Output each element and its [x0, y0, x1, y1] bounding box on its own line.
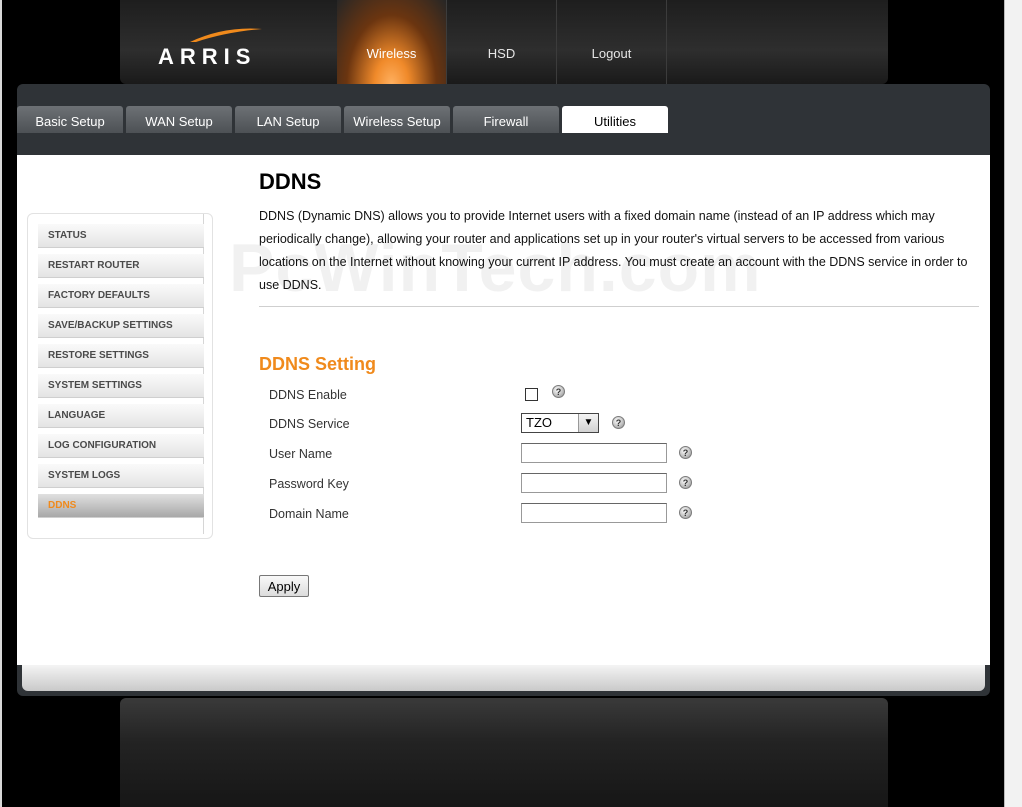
sidebar-item-log-configuration[interactable]: LOG CONFIGURATION — [38, 434, 204, 458]
password-key-input[interactable] — [521, 473, 667, 493]
content-area: STATUS RESTART ROUTER FACTORY DEFAULTS S… — [17, 155, 990, 665]
arris-swoosh-icon — [190, 28, 262, 42]
ddns-service-value: TZO — [526, 415, 552, 430]
sidebar-item-language[interactable]: LANGUAGE — [38, 404, 204, 428]
top-header: ARRIS Wireless HSD Logout — [120, 0, 888, 84]
sidebar-item-status[interactable]: STATUS — [38, 224, 204, 248]
logo-wordmark: ARRIS — [158, 44, 257, 69]
browser-scrollbar[interactable] — [1004, 0, 1022, 807]
user-name-label: User Name — [269, 447, 333, 461]
password-key-label: Password Key — [269, 477, 349, 491]
bottom-decoration — [120, 698, 888, 807]
sidebar-menu: STATUS RESTART ROUTER FACTORY DEFAULTS S… — [27, 213, 213, 539]
domain-name-input[interactable] — [521, 503, 667, 523]
chevron-down-icon[interactable]: ▼ — [578, 414, 598, 432]
ddns-service-label: DDNS Service — [269, 417, 350, 431]
sidebar-item-ddns[interactable]: DDNS — [38, 494, 204, 518]
top-nav: Wireless HSD Logout — [337, 0, 667, 84]
tab-firewall[interactable]: Firewall — [453, 106, 559, 133]
domain-name-label: Domain Name — [269, 507, 349, 521]
ddns-enable-label: DDNS Enable — [269, 388, 347, 402]
page-title: DDNS — [259, 169, 322, 194]
section-divider — [259, 306, 979, 307]
sidebar-item-factory-defaults[interactable]: FACTORY DEFAULTS — [38, 284, 204, 308]
sidebar-item-restore-settings[interactable]: RESTORE SETTINGS — [38, 344, 204, 368]
top-nav-hsd[interactable]: HSD — [447, 0, 557, 84]
sidebar-item-system-logs[interactable]: SYSTEM LOGS — [38, 464, 204, 488]
help-icon[interactable]: ? — [679, 476, 692, 489]
tab-wireless-setup[interactable]: Wireless Setup — [344, 106, 450, 133]
footer-strip — [22, 665, 985, 691]
sidebar-item-system-settings[interactable]: SYSTEM SETTINGS — [38, 374, 204, 398]
tab-lan-setup[interactable]: LAN Setup — [235, 106, 341, 133]
tab-basic-setup[interactable]: Basic Setup — [17, 106, 123, 133]
help-icon[interactable]: ? — [612, 416, 625, 429]
help-icon[interactable]: ? — [552, 385, 565, 398]
sidebar-item-save-backup-settings[interactable]: SAVE/BACKUP SETTINGS — [38, 314, 204, 338]
main-frame: Basic Setup WAN Setup LAN Setup Wireless… — [17, 84, 990, 696]
ddns-service-select[interactable]: TZO ▼ — [521, 413, 599, 433]
tab-wan-setup[interactable]: WAN Setup — [126, 106, 232, 133]
apply-button[interactable]: Apply — [259, 575, 309, 597]
top-nav-wireless[interactable]: Wireless — [337, 0, 447, 84]
help-icon[interactable]: ? — [679, 446, 692, 459]
section-title: DDNS Setting — [259, 354, 376, 374]
sidebar-item-restart-router[interactable]: RESTART ROUTER — [38, 254, 204, 278]
top-nav-logout[interactable]: Logout — [557, 0, 667, 84]
tab-utilities[interactable]: Utilities — [562, 106, 668, 133]
tab-bar: Basic Setup WAN Setup LAN Setup Wireless… — [17, 106, 671, 133]
help-icon[interactable]: ? — [679, 506, 692, 519]
user-name-input[interactable] — [521, 443, 667, 463]
browser-left-edge — [0, 0, 2, 807]
page-description: DDNS (Dynamic DNS) allows you to provide… — [259, 209, 968, 292]
ddns-enable-checkbox[interactable] — [525, 388, 538, 401]
arris-logo: ARRIS — [158, 26, 268, 69]
